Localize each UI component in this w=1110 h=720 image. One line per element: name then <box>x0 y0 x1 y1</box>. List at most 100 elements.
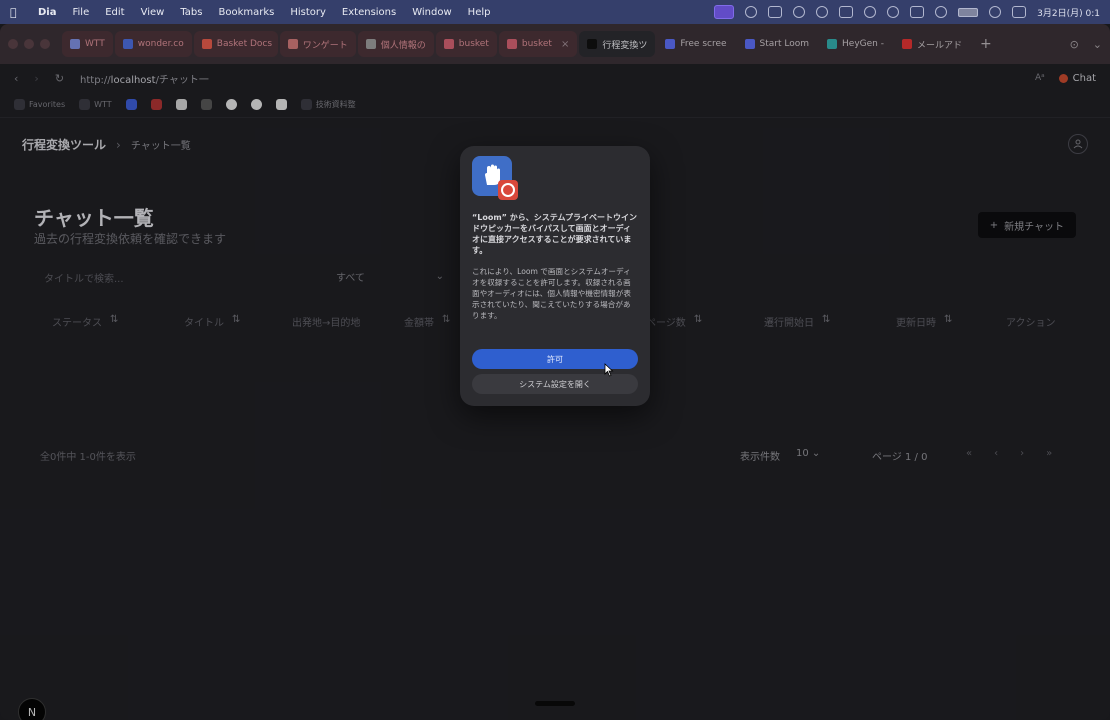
col-actions: アクション <box>1006 318 1056 329</box>
sort-icon: ⇅ <box>442 314 451 325</box>
openai-icon[interactable] <box>250 99 262 110</box>
browser-tab[interactable]: 個人情報の <box>357 31 434 57</box>
close-window-button[interactable] <box>8 39 18 49</box>
forward-icon[interactable]: › <box>34 72 38 85</box>
browser-tab[interactable]: WTT <box>62 31 113 57</box>
play-icon[interactable] <box>864 6 877 18</box>
next-page-button[interactable]: › <box>1020 448 1024 459</box>
record-icon[interactable] <box>839 6 854 18</box>
spotlight-icon[interactable] <box>989 6 1002 18</box>
github-icon[interactable] <box>175 99 187 110</box>
tab-favicon-icon <box>287 39 298 49</box>
sync-icon[interactable] <box>793 6 806 18</box>
col-title[interactable]: タイトル ⇅ <box>184 314 240 329</box>
gmail-icon[interactable] <box>150 99 162 110</box>
open-system-settings-button[interactable]: システム設定を開く <box>472 374 638 394</box>
home-indicator <box>535 701 575 706</box>
first-page-button[interactable]: « <box>966 448 972 459</box>
chat-button[interactable]: Chat <box>1058 73 1096 84</box>
search-input[interactable]: タイトルで検索... <box>34 262 314 290</box>
circle-icon[interactable] <box>816 6 829 18</box>
tab-overflow-icon[interactable]: ⌄ <box>1093 38 1102 51</box>
col-start-date[interactable]: 遷行開始日 ⇅ <box>764 314 830 329</box>
menubar-clock[interactable]: 3月2日(月) 0:1 <box>1037 6 1100 19</box>
browser-tab[interactable]: Free scree <box>657 31 734 57</box>
menu-edit[interactable]: Edit <box>105 7 124 18</box>
window-controls <box>8 39 50 49</box>
browser-tab[interactable]: busket <box>435 31 497 57</box>
apple-icon[interactable]:  <box>10 6 22 19</box>
close-tab-icon[interactable]: × <box>561 39 569 50</box>
minimize-window-button[interactable] <box>24 39 34 49</box>
menu-extensions[interactable]: Extensions <box>342 7 396 18</box>
menu-bar:  Dia File Edit View Tabs Bookmarks Hist… <box>0 0 1110 24</box>
col-price[interactable]: 金額帯 ⇅ <box>404 314 450 329</box>
dialog-title: “Loom” から、システムプライベートウインドウピッカーをバイパスして画面とオ… <box>472 213 638 255</box>
menu-tabs[interactable]: Tabs <box>180 7 202 18</box>
record-badge-icon <box>498 180 518 200</box>
new-chat-button[interactable]: + 新規チャット <box>977 212 1076 238</box>
menu-file[interactable]: File <box>72 7 89 18</box>
tab-favicon-icon <box>365 39 376 49</box>
downloads-icon[interactable]: ⊙ <box>1070 38 1079 51</box>
sort-icon: ⇅ <box>232 314 241 325</box>
menu-app-dia[interactable]: Dia <box>38 7 56 18</box>
vercel-icon[interactable] <box>225 99 237 110</box>
page-size-select[interactable]: 10 ⌄ <box>796 448 820 459</box>
menu-window[interactable]: Window <box>412 7 451 18</box>
new-tab-button[interactable]: + <box>980 36 992 52</box>
col-pages[interactable]: ページ数 ⇅ <box>646 314 702 329</box>
col-status[interactable]: ステータス ⇅ <box>52 314 118 329</box>
browser-tab[interactable]: busket × <box>498 31 578 57</box>
input-source-icon[interactable] <box>910 6 925 18</box>
nextjs-dev-badge[interactable]: N <box>18 698 46 720</box>
tab-favicon-icon <box>902 39 912 49</box>
chat-bubble-icon[interactable] <box>745 6 758 18</box>
breadcrumb-root[interactable]: 行程変換ツール <box>22 136 106 153</box>
breadcrumb-separator: › <box>116 137 121 152</box>
bookmark-folder-wtt[interactable]: WTT <box>79 99 112 110</box>
translate-icon[interactable]: Aᵃ <box>1035 73 1045 83</box>
browser-tab[interactable]: 行程変換ツ <box>579 31 656 57</box>
tab-favicon-icon <box>70 39 80 49</box>
menu-help[interactable]: Help <box>468 7 491 18</box>
reload-icon[interactable]: ↻ <box>55 72 64 85</box>
tab-label: 行程変換ツ <box>602 40 648 51</box>
user-avatar[interactable] <box>1068 134 1088 154</box>
tab-label: 個人情報の <box>380 40 426 51</box>
tab-label: メールアド <box>917 40 963 51</box>
prev-page-button[interactable]: ‹ <box>994 448 998 459</box>
menu-bookmarks[interactable]: Bookmarks <box>218 7 274 18</box>
browser-tab[interactable]: Start Loom <box>737 31 817 57</box>
menu-history[interactable]: History <box>290 7 326 18</box>
menu-view[interactable]: View <box>141 7 165 18</box>
bookmark-icon-1[interactable] <box>125 99 137 110</box>
bookmark-favorites[interactable]: Favorites <box>14 99 65 110</box>
permission-dialog: “Loom” から、システムプライベートウインドウピッカーをバイパスして画面とオ… <box>460 146 650 406</box>
zoom-window-button[interactable] <box>40 39 50 49</box>
control-center-icon[interactable] <box>1012 6 1027 18</box>
url-field[interactable]: http://localhost/チャット一 <box>80 71 209 86</box>
bookmark-folder-docs[interactable]: 技術資料整 <box>300 99 356 110</box>
sort-icon: ⇅ <box>944 314 953 325</box>
bookmark-icon-2[interactable] <box>275 99 287 110</box>
folder-icon <box>300 99 312 110</box>
time-machine-icon[interactable] <box>887 6 900 18</box>
bolt-icon[interactable] <box>200 99 212 110</box>
battery-icon[interactable] <box>958 7 979 17</box>
last-page-button[interactable]: » <box>1046 448 1052 459</box>
browser-tab[interactable]: Basket Docs <box>193 31 278 57</box>
back-icon[interactable]: ‹ <box>14 72 18 85</box>
breadcrumb: 行程変換ツール › チャット一覧 <box>22 136 191 153</box>
col-updated[interactable]: 更新日時 ⇅ <box>896 314 952 329</box>
status-filter-select[interactable]: すべて ⌄ <box>330 262 450 290</box>
chat-icon <box>1058 73 1068 83</box>
notion-icon[interactable] <box>768 6 783 18</box>
browser-tab[interactable]: ワンゲート <box>279 31 356 57</box>
wifi-icon[interactable] <box>935 6 948 18</box>
browser-tab[interactable]: wonder.co <box>114 31 192 57</box>
browser-tab[interactable]: HeyGen - <box>819 31 892 57</box>
tab-label: Free scree <box>680 39 727 49</box>
browser-tab[interactable]: メールアド <box>894 31 970 57</box>
loom-recording-icon[interactable] <box>714 5 735 19</box>
